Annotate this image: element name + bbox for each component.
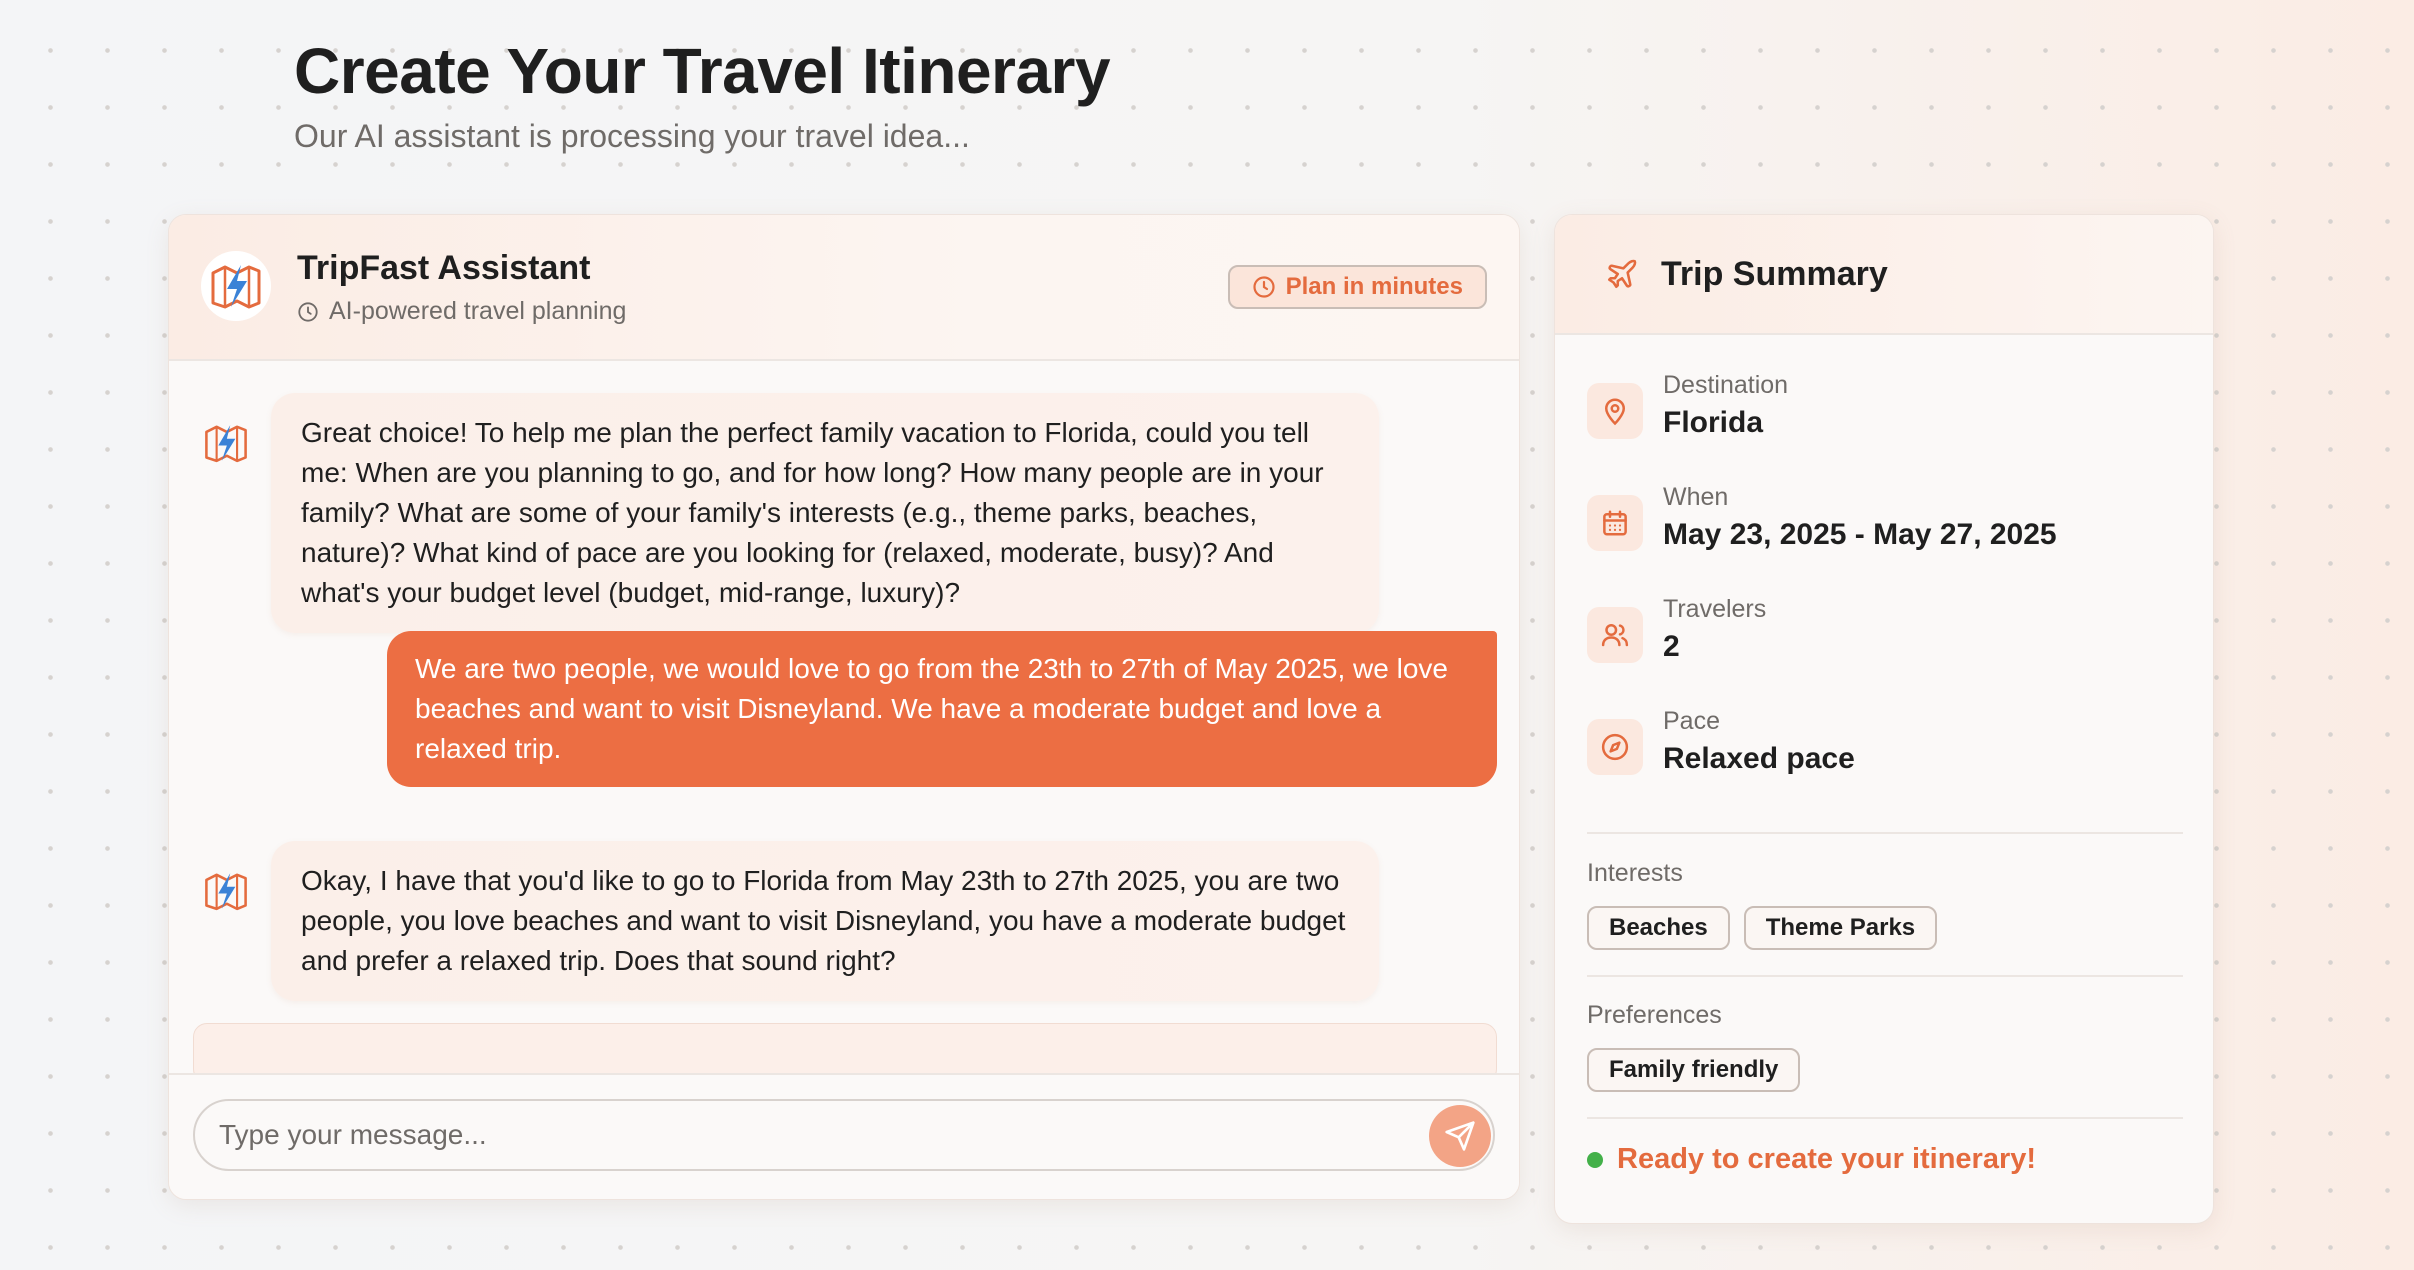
preferences-chips: Family friendly xyxy=(1587,1048,1801,1092)
travelers-value: 2 xyxy=(1663,630,1680,663)
map-lightning-icon xyxy=(201,251,271,321)
plane-icon xyxy=(1607,259,1637,289)
message-composer xyxy=(169,1073,1519,1199)
preference-chip: Family friendly xyxy=(1587,1048,1801,1092)
pace-label: Pace xyxy=(1663,707,1720,735)
destination-detail: Destination Florida xyxy=(1587,371,1788,440)
assistant-subtitle-text: AI-powered travel planning xyxy=(329,297,627,325)
interest-chip: Beaches xyxy=(1587,906,1730,950)
when-label: When xyxy=(1663,483,1729,511)
divider xyxy=(1587,832,2183,834)
send-icon xyxy=(1445,1121,1475,1151)
interests-chips: Beaches Theme Parks xyxy=(1587,906,1938,950)
chat-panel: TripFast Assistant AI-powered travel pla… xyxy=(168,214,1520,1200)
summary-title: Trip Summary xyxy=(1661,254,1888,293)
interest-chip: Theme Parks xyxy=(1743,906,1938,950)
assistant-message: Okay, I have that you'd like to go to Fl… xyxy=(271,841,1379,1001)
summary-header: Trip Summary xyxy=(1555,215,2213,335)
assistant-name: TripFast Assistant xyxy=(297,249,591,287)
users-icon xyxy=(1587,607,1643,663)
clock-icon xyxy=(298,301,318,322)
assistant-message: Great choice! To help me plan the perfec… xyxy=(271,393,1379,633)
assistant-subtitle: AI-powered travel planning xyxy=(297,297,626,326)
assistant-avatar xyxy=(203,871,249,911)
destination-label: Destination xyxy=(1663,371,1789,399)
pace-detail: Pace Relaxed pace xyxy=(1587,707,1855,776)
trip-summary-panel: Trip Summary Destination Florida When Ma… xyxy=(1554,214,2214,1224)
assistant-avatar xyxy=(203,423,249,463)
preferences-label: Preferences xyxy=(1587,1001,1722,1029)
travelers-label: Travelers xyxy=(1663,595,1767,623)
divider xyxy=(1587,975,2183,977)
chat-header: TripFast Assistant AI-powered travel pla… xyxy=(169,215,1519,361)
when-detail: When May 23, 2025 - May 27, 2025 xyxy=(1587,483,2057,552)
ready-status-text: Ready to create your itinerary! xyxy=(1617,1143,2037,1175)
send-button[interactable] xyxy=(1429,1105,1491,1167)
calendar-icon xyxy=(1587,495,1643,551)
travelers-detail: Travelers 2 xyxy=(1587,595,1766,664)
compass-icon xyxy=(1587,719,1643,775)
page-subtitle: Our AI assistant is processing your trav… xyxy=(294,118,970,154)
message-input[interactable] xyxy=(193,1099,1495,1171)
map-pin-icon xyxy=(1587,383,1643,439)
clock-icon xyxy=(1253,276,1275,298)
ready-status: Ready to create your itinerary! xyxy=(1587,1143,2036,1176)
page-header: Create Your Travel Itinerary Our AI assi… xyxy=(294,34,1111,155)
status-dot xyxy=(1587,1151,1603,1168)
page-title: Create Your Travel Itinerary xyxy=(294,35,1111,107)
message-list[interactable]: Great choice! To help me plan the perfec… xyxy=(169,361,1519,1065)
interests-label: Interests xyxy=(1587,859,1683,887)
plan-badge-label: Plan in minutes xyxy=(1285,273,1463,300)
divider xyxy=(1587,1117,2183,1119)
pace-value: Relaxed pace xyxy=(1663,742,1855,775)
when-value: May 23, 2025 - May 27, 2025 xyxy=(1663,518,2057,551)
destination-value: Florida xyxy=(1663,406,1764,439)
plan-badge: Plan in minutes xyxy=(1227,265,1487,309)
user-message: We are two people, we would love to go f… xyxy=(387,631,1497,787)
